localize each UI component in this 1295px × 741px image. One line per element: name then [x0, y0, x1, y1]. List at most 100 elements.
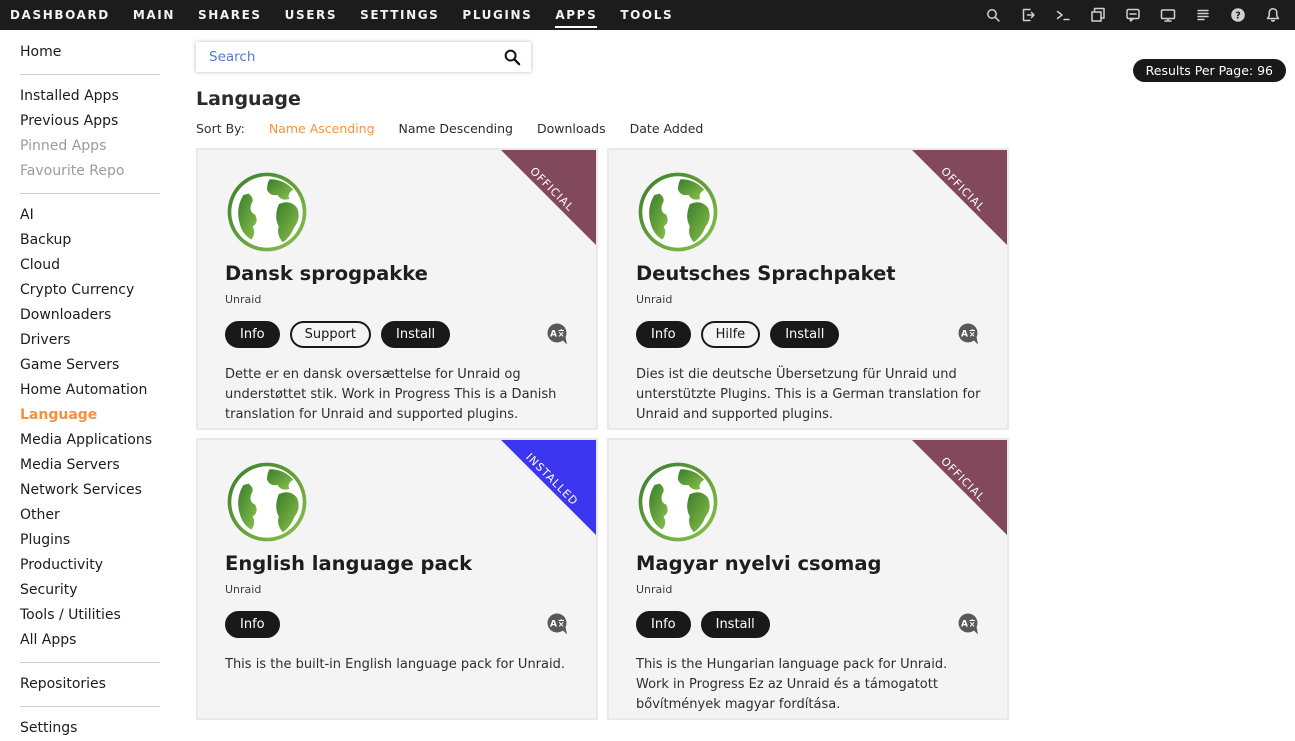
app-title: Magyar nyelvi csomag — [636, 552, 981, 575]
hilfe-button[interactable]: Hilfe — [701, 321, 761, 348]
results-per-page-badge[interactable]: Results Per Page: 96 — [1133, 59, 1286, 82]
ribbon-official — [912, 440, 1007, 535]
sidebar-divider — [20, 193, 160, 194]
app-actions: Info Support Install A — [225, 321, 570, 347]
sidebar-item-installed-apps[interactable]: Installed Apps — [20, 84, 195, 109]
sort-by-label: Sort By: — [196, 121, 245, 136]
sidebar: Home Installed AppsPrevious AppsPinned Ap… — [0, 30, 195, 726]
nav-tab-settings[interactable]: SETTINGS — [360, 2, 439, 28]
translate-icon[interactable]: A — [546, 323, 570, 346]
info-button[interactable]: Info — [636, 321, 691, 348]
sidebar-item-previous-apps[interactable]: Previous Apps — [20, 109, 195, 134]
translate-icon[interactable]: A — [546, 613, 570, 636]
sidebar-item-downloaders[interactable]: Downloaders — [20, 303, 195, 328]
app-title: Dansk sprogpakke — [225, 262, 570, 285]
sidebar-item-backup[interactable]: Backup — [20, 228, 195, 253]
app-actions: Info Install A — [636, 611, 981, 637]
sidebar-item-security[interactable]: Security — [20, 578, 195, 603]
install-button[interactable]: Install — [770, 321, 839, 348]
sort-option-name-descending[interactable]: Name Descending — [399, 121, 513, 136]
page-title: Language — [196, 88, 1295, 110]
monitor-icon[interactable] — [1160, 7, 1176, 23]
feedback-icon[interactable] — [1125, 7, 1141, 23]
sidebar-divider — [20, 662, 160, 663]
sidebar-item-pinned-apps: Pinned Apps — [20, 134, 195, 159]
app-description: Dies ist die deutsche Übersetzung für Un… — [636, 365, 981, 425]
svg-text:A: A — [550, 619, 557, 629]
sort-row: Sort By: Name Ascending Name Descending Do… — [196, 121, 1295, 136]
sort-option-downloads[interactable]: Downloads — [537, 121, 606, 136]
nav-tab-main[interactable]: MAIN — [133, 2, 175, 28]
sidebar-item-plugins[interactable]: Plugins — [20, 528, 195, 553]
install-button[interactable]: Install — [381, 321, 450, 348]
nav-icon-strip: ? — [985, 7, 1281, 23]
support-button[interactable]: Support — [290, 321, 371, 348]
sidebar-item-media-applications[interactable]: Media Applications — [20, 428, 195, 453]
app-card-deutsches-sprachpaket: OFFICIAL Deutsches SprachpaketUnraidInfo… — [607, 148, 1009, 430]
search-icon[interactable] — [503, 48, 522, 67]
app-card-dansk-sprogpakke: OFFICIAL Dansk sprogpakkeUnraidInfoSuppo… — [196, 148, 598, 430]
app-card-english-language-pack: INSTALLED English language packUnraidInf… — [196, 438, 598, 720]
ribbon-official — [501, 150, 596, 245]
nav-tab-shares[interactable]: SHARES — [198, 2, 262, 28]
sidebar-item-ai[interactable]: AI — [20, 203, 195, 228]
globe-icon[interactable] — [636, 170, 720, 254]
ribbon-installed — [501, 440, 596, 535]
nav-tab-dashboard[interactable]: DASHBOARD — [10, 2, 110, 28]
sort-option-date-added[interactable]: Date Added — [630, 121, 704, 136]
top-navigation-bar: DASHBOARD MAIN SHARES USERS SETTINGS PLUGINS A… — [0, 0, 1295, 30]
search-input[interactable] — [207, 48, 503, 66]
sidebar-item-settings[interactable]: Settings — [20, 716, 195, 741]
globe-icon[interactable] — [225, 460, 309, 544]
info-button[interactable]: Info — [225, 611, 280, 638]
nav-tab-apps[interactable]: APPS — [555, 2, 597, 28]
notifications-icon[interactable] — [1265, 7, 1281, 23]
app-author: Unraid — [225, 583, 570, 596]
app-card-magyar-nyelvi-csomag: OFFICIAL Magyar nyelvi csomagUnraidInfoI… — [607, 438, 1009, 720]
sidebar-item-favourite-repo: Favourite Repo — [20, 159, 195, 184]
sidebar-item-language[interactable]: Language — [20, 403, 195, 428]
nav-tab-users[interactable]: USERS — [285, 2, 337, 28]
globe-icon[interactable] — [225, 170, 309, 254]
svg-text:?: ? — [1235, 10, 1241, 21]
search-icon[interactable] — [985, 7, 1001, 23]
nav-tab-plugins[interactable]: PLUGINS — [462, 2, 532, 28]
sidebar-item-repositories[interactable]: Repositories — [20, 672, 195, 697]
translate-icon[interactable]: A — [957, 323, 981, 346]
sidebar-item-all-apps[interactable]: All Apps — [20, 628, 195, 653]
sidebar-item-crypto-currency[interactable]: Crypto Currency — [20, 278, 195, 303]
svg-text:A: A — [961, 619, 968, 629]
help-icon[interactable]: ? — [1230, 7, 1246, 23]
terminal-icon[interactable] — [1055, 7, 1071, 23]
sidebar-item-cloud[interactable]: Cloud — [20, 253, 195, 278]
app-description: Dette er en dansk oversættelse for Unrai… — [225, 365, 570, 425]
app-actions: Info A — [225, 611, 570, 637]
sidebar-item-home-automation[interactable]: Home Automation — [20, 378, 195, 403]
sidebar-item-tools-utilities[interactable]: Tools / Utilities — [20, 603, 195, 628]
translate-icon[interactable]: A — [957, 613, 981, 636]
nav-tabs: DASHBOARD MAIN SHARES USERS SETTINGS PLUGINS A… — [10, 2, 673, 28]
sidebar-item-network-services[interactable]: Network Services — [20, 478, 195, 503]
logout-icon[interactable] — [1020, 7, 1036, 23]
ribbon-official — [912, 150, 1007, 245]
copy-icon[interactable] — [1090, 7, 1106, 23]
info-button[interactable]: Info — [636, 611, 691, 638]
search-box — [196, 42, 531, 72]
app-author: Unraid — [636, 293, 981, 306]
sidebar-divider — [20, 706, 160, 707]
sort-option-name-ascending[interactable]: Name Ascending — [269, 121, 375, 136]
sidebar-item-productivity[interactable]: Productivity — [20, 553, 195, 578]
sidebar-item-game-servers[interactable]: Game Servers — [20, 353, 195, 378]
install-button[interactable]: Install — [701, 611, 770, 638]
nav-tab-tools[interactable]: TOOLS — [620, 2, 673, 28]
globe-icon[interactable] — [636, 460, 720, 544]
sidebar-item-media-servers[interactable]: Media Servers — [20, 453, 195, 478]
app-author: Unraid — [225, 293, 570, 306]
log-icon[interactable] — [1195, 7, 1211, 23]
sidebar-item-home[interactable]: Home — [20, 40, 195, 65]
sidebar-item-drivers[interactable]: Drivers — [20, 328, 195, 353]
sidebar-item-other[interactable]: Other — [20, 503, 195, 528]
info-button[interactable]: Info — [225, 321, 280, 348]
svg-text:A: A — [550, 329, 557, 339]
app-title: Deutsches Sprachpaket — [636, 262, 981, 285]
